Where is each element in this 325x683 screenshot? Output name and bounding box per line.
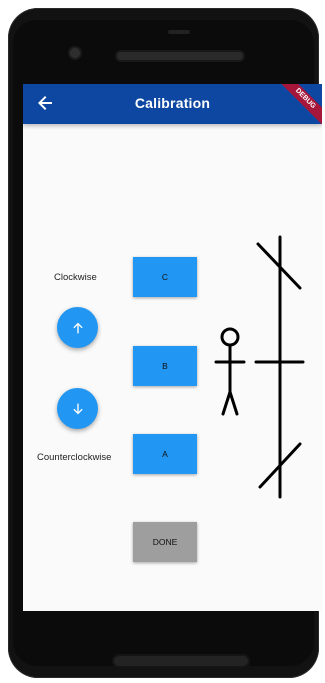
bottom-speaker	[114, 656, 248, 666]
arrow-up-icon	[72, 322, 83, 333]
figure-left-leg	[221, 390, 232, 416]
calibrate-a-button[interactable]: A	[133, 434, 197, 474]
rotate-counterclockwise-button[interactable]	[57, 388, 98, 429]
calibration-diagram	[214, 235, 305, 499]
rail-and-markers	[254, 235, 305, 499]
done-button[interactable]: DONE	[133, 522, 197, 562]
app-bar: Calibration DEBUG	[23, 84, 322, 130]
figure-head	[220, 327, 240, 347]
calibrate-c-button[interactable]: C	[133, 257, 197, 297]
page-title: Calibration	[134, 95, 211, 111]
stick-figure	[214, 327, 246, 416]
counterclockwise-label: Counterclockwise	[37, 452, 112, 463]
rotate-clockwise-button[interactable]	[57, 307, 98, 348]
arrow-down-icon	[72, 403, 83, 414]
clockwise-label: Clockwise	[54, 272, 97, 283]
top-notch	[168, 30, 190, 34]
calibrate-b-button[interactable]: B	[133, 346, 197, 386]
camera-icon	[70, 48, 80, 58]
earpiece-speaker	[117, 52, 243, 60]
app-screen: Calibration DEBUG Clockwise Counterclock…	[23, 84, 322, 611]
figure-right-leg	[228, 390, 239, 416]
